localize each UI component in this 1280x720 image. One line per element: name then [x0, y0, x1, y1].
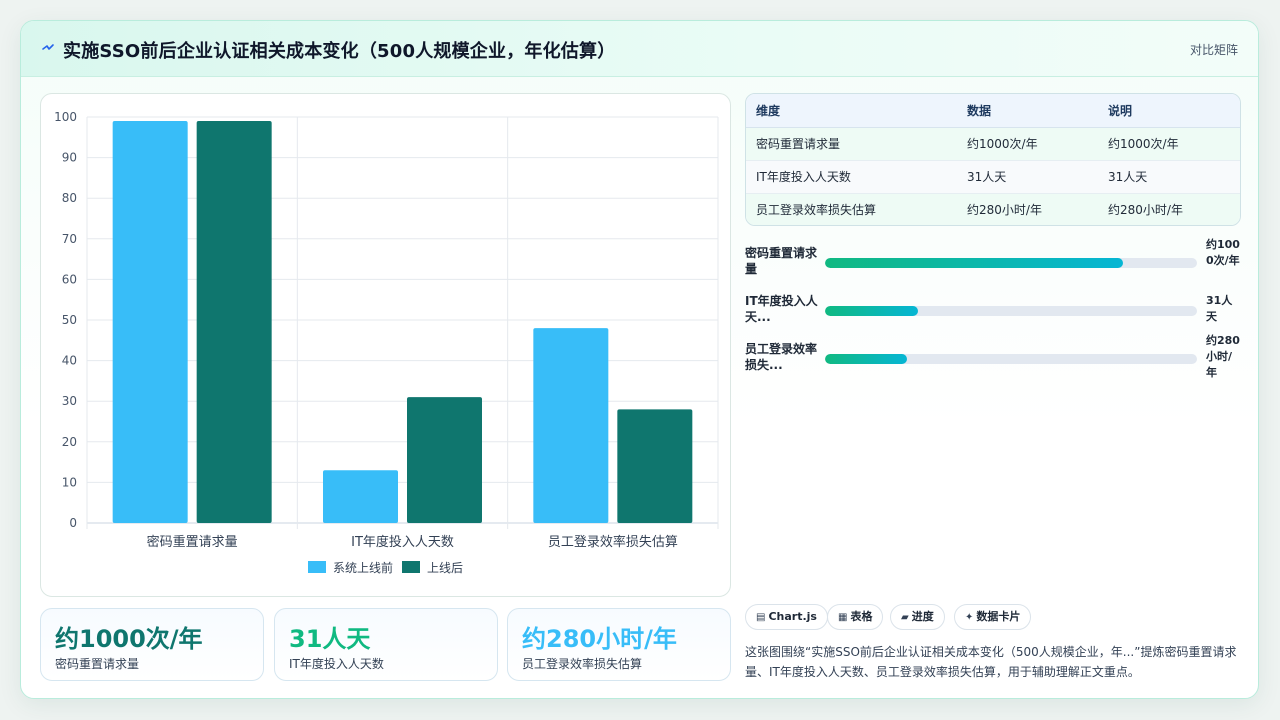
bar-chart-panel: 0 10 20 30 40 50 60 70 80 90 100 密码重置请求量 IT年度投入人天数 员工… [40, 93, 731, 597]
table-row: 密码重置请求量 约1000次/年 约1000次/年 [746, 127, 1240, 161]
progress-label: IT年度投入人天... [745, 294, 818, 324]
table-cell: 约1000次/年 [957, 127, 1098, 161]
kpi-label: 密码重置请求量 [55, 657, 140, 671]
chart-caption: 这张图围绕“实施SSO前后企业认证相关成本变化（500人规模企业，年...”提炼… [745, 645, 1237, 679]
chip-progress[interactable]: ▰ 进度 [890, 604, 945, 630]
card-icon: ✦ [965, 612, 974, 623]
kpi-card-login-loss: 约280小时/年 员工登录效率损失估算 [507, 608, 731, 681]
chip-label: 进度 [911, 610, 934, 623]
table-header-cell: 说明 [1098, 94, 1240, 128]
header-bar: 实施SSO前后企业认证相关成本变化（500人规模企业，年化估算） 对比矩阵 [21, 21, 1258, 77]
kpi-value: 31人天 [289, 625, 371, 653]
bar [533, 328, 609, 523]
kpi-value: 约280小时/年 [522, 625, 677, 653]
table-cell: 密码重置请求量 [746, 127, 957, 161]
bar [196, 121, 272, 523]
table-header-cell: 维度 [746, 94, 957, 128]
legend-label: 系统上线前 [333, 560, 393, 575]
progress-track [825, 306, 1197, 316]
x-tick-label: 密码重置请求量 [147, 534, 238, 550]
kpi-label: IT年度投入人天数 [289, 657, 384, 671]
y-tick-label: 100 [54, 110, 77, 124]
y-tick-label: 50 [62, 313, 77, 327]
table-header-row: 维度 数据 说明 [746, 94, 1240, 128]
y-tick-label: 0 [69, 516, 77, 530]
chip-chartjs[interactable]: ▤ Chart.js [745, 604, 828, 630]
chip-data-card[interactable]: ✦ 数据卡片 [954, 604, 1032, 630]
table-icon: ▦ [838, 612, 848, 623]
y-tick-label: 90 [62, 151, 77, 165]
table-cell: 31人天 [1098, 160, 1240, 194]
progress-row-password-reset: 密码重置请求量 约1000次/年 [745, 238, 1241, 285]
table-cell: 约280小时/年 [957, 193, 1098, 225]
progress-value: 约1000次/年 [1206, 238, 1240, 267]
kpi-label: 员工登录效率损失估算 [522, 657, 643, 671]
y-tick-label: 70 [62, 232, 77, 246]
legend-label: 上线后 [427, 561, 463, 575]
progress-value: 约280小时/年 [1206, 334, 1240, 379]
chip-label: 数据卡片 [976, 610, 1021, 623]
y-tick-label: 60 [62, 272, 77, 286]
comparison-table: 维度 数据 说明 密码重置请求量 约1000次/年 约1000次/年 IT年度投… [745, 93, 1241, 226]
table-header-cell: 数据 [957, 94, 1098, 128]
chip-table[interactable]: ▦ 表格 [827, 604, 884, 630]
kpi-value: 约1000次/年 [55, 625, 203, 653]
progress-fill [825, 258, 1123, 268]
legend-swatch [308, 561, 326, 573]
kpi-card-password-reset: 约1000次/年 密码重置请求量 [40, 608, 264, 681]
table-cell: 31人天 [957, 160, 1098, 194]
chip-label: Chart.js [768, 610, 817, 623]
bar-chart: 0 10 20 30 40 50 60 70 80 90 100 密码重置请求量 IT年度投入人天数 员工… [54, 110, 719, 575]
main-card: 实施SSO前后企业认证相关成本变化（500人规模企业，年化估算） 对比矩阵 0 1… [20, 20, 1259, 699]
progress-fill [825, 354, 907, 364]
y-tick-label: 10 [62, 475, 77, 489]
table-row: 员工登录效率损失估算 约280小时/年 约280小时/年 [746, 193, 1240, 225]
bar [407, 397, 482, 523]
progress-fill [825, 306, 918, 316]
progress-track [825, 258, 1197, 268]
view-mode-label[interactable]: 对比矩阵 [1190, 41, 1238, 58]
x-tick-label: 员工登录效率损失估算 [548, 534, 678, 550]
progress-label: 密码重置请求量 [745, 246, 818, 276]
chip-label: 表格 [850, 610, 873, 623]
progress-row-it-days: IT年度投入人天... 31人天 [745, 293, 1241, 333]
table-cell: IT年度投入人天数 [746, 160, 957, 194]
y-tick-label: 40 [62, 354, 77, 368]
progress-value: 31人天 [1206, 294, 1233, 323]
progress-label: 员工登录效率损失... [745, 342, 818, 372]
table-row: IT年度投入人天数 31人天 31人天 [746, 160, 1240, 194]
x-tick-label: IT年度投入人天数 [351, 534, 454, 550]
bar [617, 409, 693, 523]
legend-swatch [402, 561, 420, 573]
page-title: 实施SSO前后企业认证相关成本变化（500人规模企业，年化估算） [63, 41, 616, 62]
progress-track [825, 354, 1197, 364]
progress-icon: ▰ [901, 612, 909, 623]
y-tick-label: 20 [62, 435, 77, 449]
table-cell: 约280小时/年 [1098, 193, 1240, 225]
y-tick-label: 30 [62, 394, 77, 408]
table-cell: 员工登录效率损失估算 [746, 193, 957, 225]
bar [323, 470, 398, 523]
chart-icon: ▤ [756, 612, 766, 623]
bar [112, 121, 188, 523]
progress-row-login-loss: 员工登录效率损失... 约280小时/年 [745, 334, 1241, 381]
y-tick-label: 80 [62, 191, 77, 205]
sparkle-icon [42, 44, 54, 50]
table-cell: 约1000次/年 [1098, 127, 1240, 161]
kpi-card-it-days: 31人天 IT年度投入人天数 [274, 608, 498, 681]
